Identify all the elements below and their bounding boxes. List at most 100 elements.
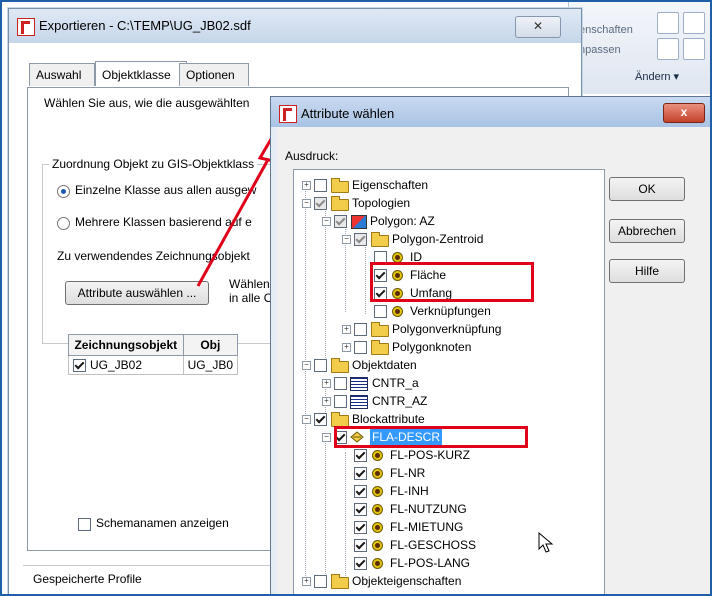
tree-label: Topologien — [352, 196, 411, 210]
tree-item[interactable]: + CNTR_AZ — [314, 392, 594, 410]
expand-icon[interactable]: + — [302, 181, 311, 190]
expand-icon[interactable]: + — [322, 397, 331, 406]
tree-item[interactable]: + Polygonverknüpfung — [334, 320, 594, 338]
highlight-box — [370, 262, 534, 302]
close-icon[interactable]: x — [663, 103, 705, 123]
tree-checkbox[interactable] — [354, 233, 367, 246]
tree-checkbox[interactable] — [334, 215, 347, 228]
attribute-icon — [372, 486, 383, 497]
expression-label: Ausdruck: — [285, 149, 339, 163]
attribute-icon — [372, 504, 383, 515]
tree-label: Verknüpfungen — [410, 304, 491, 318]
attribute-icon — [372, 522, 383, 533]
tree-checkbox[interactable] — [314, 197, 327, 210]
attribute-icon — [392, 306, 403, 317]
tree-label: FL-POS-LANG — [390, 556, 471, 570]
tree-label: Polygonknoten — [392, 340, 472, 354]
tree-checkbox[interactable] — [354, 503, 367, 516]
attribute-tree[interactable]: + Eigenschaften − Topologien − Polygon: … — [293, 169, 605, 594]
collapse-icon[interactable]: − — [322, 433, 331, 442]
attribute-icon — [372, 540, 383, 551]
attr-titlebar[interactable]: Attribute wählen x — [271, 97, 710, 127]
expand-icon[interactable]: + — [342, 325, 351, 334]
tree-item[interactable]: FL-NUTZUNG — [354, 500, 574, 518]
folder-icon — [331, 358, 349, 373]
folder-icon — [331, 178, 349, 193]
tree-item[interactable]: − Topologien — [294, 194, 594, 212]
attribute-icon — [372, 468, 383, 479]
polygon-icon — [351, 215, 367, 229]
attribute-icon — [372, 558, 383, 569]
tree-line — [365, 242, 366, 314]
tree-label: Polygonverknüpfung — [392, 322, 502, 336]
tree-item[interactable]: FL-INH — [354, 482, 574, 500]
tree-checkbox[interactable] — [334, 377, 347, 390]
tree-label: FL-INH — [390, 484, 429, 498]
tree-label: FL-GESCHOSS — [390, 538, 477, 552]
collapse-icon[interactable]: − — [302, 199, 311, 208]
tree-checkbox[interactable] — [354, 323, 367, 336]
tree-item[interactable]: + Polygonknoten — [334, 338, 594, 356]
tree-item[interactable]: − Objektdaten — [294, 356, 594, 374]
tree-checkbox[interactable] — [314, 179, 327, 192]
tree-item[interactable]: FL-POS-LANG — [354, 554, 574, 572]
tree-checkbox[interactable] — [354, 467, 367, 480]
folder-icon — [331, 196, 349, 211]
tree-item[interactable]: FL-POS-KURZ — [354, 446, 574, 464]
cancel-button[interactable]: Abbrechen — [609, 219, 685, 243]
tree-label: Objekteigenschaften — [352, 574, 462, 588]
tree-checkbox[interactable] — [334, 395, 347, 408]
table-icon — [350, 377, 368, 391]
tree-label: Objektdaten — [352, 358, 417, 372]
attribute-icon — [372, 450, 383, 461]
collapse-icon[interactable]: − — [322, 217, 331, 226]
expand-icon[interactable]: + — [302, 577, 311, 586]
tree-label: Eigenschaften — [352, 178, 429, 192]
tree-checkbox[interactable] — [354, 539, 367, 552]
attribute-dialog: Attribute wählen x Ausdruck: OK Abbreche… — [270, 96, 710, 594]
tree-checkbox[interactable] — [374, 305, 387, 318]
tree-checkbox[interactable] — [354, 521, 367, 534]
help-button[interactable]: Hilfe — [609, 259, 685, 283]
folder-icon — [371, 232, 389, 247]
tree-line — [345, 452, 346, 578]
ok-button[interactable]: OK — [609, 177, 685, 201]
tree-label: FL-MIETUNG — [390, 520, 464, 534]
tree-item[interactable]: + Eigenschaften — [294, 176, 594, 194]
highlight-box — [334, 426, 528, 448]
screenshot-frame: enschaften npassen Ändern ▾ Exportieren … — [0, 0, 712, 596]
tree-label: FL-NR — [390, 466, 426, 480]
attr-dialog-title: Attribute wählen — [301, 106, 395, 121]
tree-label: CNTR_AZ — [372, 394, 428, 408]
collapse-icon[interactable]: − — [302, 415, 311, 424]
collapse-icon[interactable]: − — [302, 361, 311, 370]
tree-item[interactable]: + Objekteigenschaften — [294, 572, 594, 590]
app-icon — [279, 105, 297, 123]
tree-checkbox[interactable] — [314, 575, 327, 588]
tree-item[interactable]: − Polygon-Zentroid — [334, 230, 594, 248]
expand-icon[interactable]: + — [342, 343, 351, 352]
collapse-icon[interactable]: − — [342, 235, 351, 244]
tree-label: Polygon: AZ — [370, 214, 435, 228]
tree-checkbox[interactable] — [354, 485, 367, 498]
tree-item[interactable]: − Polygon: AZ — [314, 212, 594, 230]
tree-item[interactable]: + CNTR_a — [314, 374, 594, 392]
tree-label: FL-POS-KURZ — [390, 448, 471, 462]
folder-icon — [371, 340, 389, 355]
tree-line — [305, 184, 306, 586]
mouse-cursor-icon — [538, 532, 554, 553]
tree-checkbox[interactable] — [354, 341, 367, 354]
tree-label: FL-NUTZUNG — [390, 502, 467, 516]
tree-checkbox[interactable] — [354, 449, 367, 462]
tree-item[interactable]: Verknüpfungen — [374, 302, 574, 320]
tree-label: Polygon-Zentroid — [392, 232, 484, 246]
folder-icon — [331, 574, 349, 589]
tree-checkbox[interactable] — [314, 359, 327, 372]
expand-icon[interactable]: + — [322, 379, 331, 388]
tree-item[interactable]: FL-NR — [354, 464, 574, 482]
tree-label: CNTR_a — [372, 376, 419, 390]
tree-line — [325, 434, 326, 578]
folder-icon — [371, 322, 389, 337]
tree-checkbox[interactable] — [314, 413, 327, 426]
tree-checkbox[interactable] — [354, 557, 367, 570]
